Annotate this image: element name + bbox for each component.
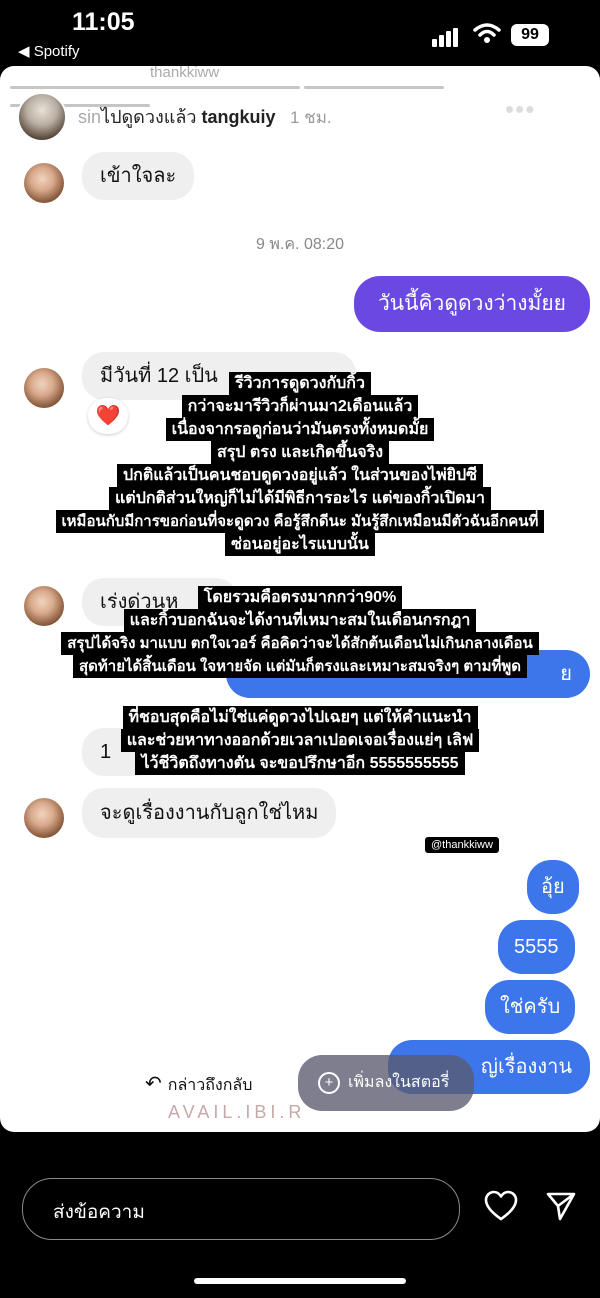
add-to-story-button[interactable]: + เพิ่มลงในสตอรี่ — [298, 1055, 474, 1111]
caption-line: ซ่อนอยู่อะไรแบบนั้น — [225, 533, 375, 556]
username-overlap: ไปดูดวงแล้ว — [101, 107, 197, 127]
more-options-icon[interactable]: ••• — [505, 94, 535, 125]
caption-line: สรุป ตรง และเกิดขึ้นจริง — [210, 441, 390, 464]
username-text: tangkuiy — [201, 107, 276, 127]
faded-header-name: thankkiww — [150, 66, 220, 81]
story-user-avatar[interactable] — [17, 92, 67, 142]
incoming-message: จะดูเรื่องงานกับลูกใช่ไหม — [82, 788, 337, 838]
plus-circle-icon: + — [318, 1071, 340, 1094]
send-message-input[interactable]: ส่งข้อความ — [22, 1178, 460, 1240]
story-caption-block: โดยรวมคือตรงมากกว่า90% และกิ้วบอกฉันจะได… — [0, 586, 600, 678]
message-placeholder: ส่งข้อความ — [53, 1202, 145, 1223]
incoming-message: เข้าใจละ — [82, 152, 195, 200]
caption-line: เหมือนกับมีการขอก่อนที่จะดูดวง คือรู้สึก… — [55, 510, 545, 533]
caption-line: โดยรวมคือตรงมากกว่า90% — [197, 586, 403, 609]
caption-line: ที่ชอบสุดคือไม่ใช่แค่ดูดวงไปเฉยๆ แต่ให้ค… — [122, 706, 478, 729]
caption-line: ปกติแล้วเป็นคนชอบดูดวงอยู่แล้ว ในส่วนของ… — [116, 464, 484, 487]
caption-line: แต่ปกติส่วนใหญ่ก็ไม่ได้มีพิธีการอะไร แต่… — [108, 487, 492, 510]
back-to-app-link[interactable]: ◀ Spotify — [18, 42, 80, 60]
story-username[interactable]: sinไปดูดวงแล้ว tangkuiy — [78, 102, 276, 131]
chat-avatar — [24, 798, 64, 838]
mention-tag[interactable]: @thankkiww — [425, 837, 499, 853]
story-time-ago: 1 ชม. — [290, 108, 332, 127]
wifi-icon — [473, 22, 501, 49]
reply-arrow-icon: ↶ — [145, 1073, 162, 1095]
caption-line: เนื่องจากรอดูก่อนว่ามันตรงทั้งหมดมั้ย — [165, 418, 435, 441]
caption-line: และช่วยหาทางออกด้วยเวลาเปอดเจอเรื่องแย่ๆ… — [120, 729, 480, 752]
caption-line: และกิ้วบอกฉันจะได้งานที่เหมาะสมในเดือนกร… — [123, 609, 477, 632]
story-caption-block: ที่ชอบสุดคือไม่ใช่แค่ดูดวงไปเฉยๆ แต่ให้ค… — [0, 706, 600, 775]
caption-line: สรุปได้จริง มาแบบ ตกใจเวอร์ คือคิดว่าจะไ… — [61, 632, 539, 655]
outgoing-message: อุ้ย — [527, 860, 579, 914]
date-separator: 9 พ.ค. 08:20 — [256, 236, 344, 253]
add-to-story-label: เพิ่มลงในสตอรี่ — [348, 1074, 450, 1091]
heart-icon[interactable] — [484, 1190, 518, 1227]
caption-line: รีวิวการดูดวงกับกิ้ว — [229, 372, 371, 395]
story-progress-bars — [10, 76, 590, 107]
signal-icon — [432, 28, 460, 47]
faded-background-text: AVAIL.IBI.R — [168, 1102, 306, 1122]
outgoing-message: วันนี้คิวดูดวงว่างมั้ยย — [354, 276, 590, 332]
battery-indicator: 99 — [511, 24, 549, 46]
send-icon[interactable] — [545, 1190, 577, 1227]
status-time: 11:05 — [72, 8, 135, 36]
chat-avatar — [24, 163, 64, 203]
story-viewer[interactable]: thankkiww sinไปดูดวงแล้ว tangkuiy 1 ชม. … — [0, 66, 600, 1132]
caption-line: กว่าจะมารีวิวก็ผ่านมา2เดือนแล้ว — [181, 395, 419, 418]
home-indicator[interactable] — [194, 1278, 406, 1284]
caption-line: ไว้ชีวิตถึงทางตัน จะขอปรึกษาอีก 55555555… — [135, 752, 465, 775]
outgoing-message: ใช่ครับ — [485, 980, 576, 1034]
caption-line: สุดท้ายได้สิ้นเดือน ใจหายจัด แต่มันก็ตรง… — [73, 655, 527, 678]
mention-back-button[interactable]: ↶ กล่าวถึงกลับ — [145, 1071, 252, 1098]
close-icon[interactable] — [556, 96, 588, 128]
story-caption-block: รีวิวการดูดวงกับกิ้ว กว่าจะมารีวิวก็ผ่าน… — [0, 372, 600, 556]
outgoing-message: 5555 — [498, 920, 575, 974]
mention-back-label: กล่าวถึงกลับ — [167, 1077, 253, 1094]
username-faded: sin — [78, 107, 102, 127]
